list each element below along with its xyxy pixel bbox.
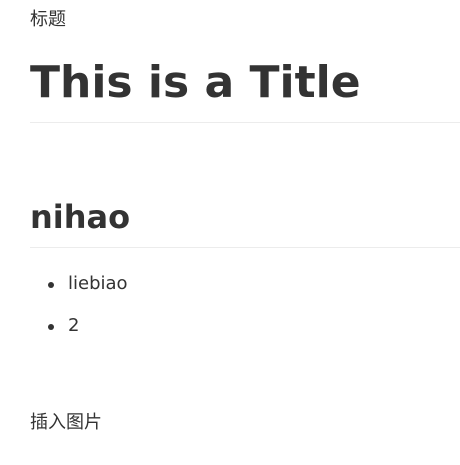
bullet-icon <box>48 282 54 288</box>
list-item: liebiao <box>30 272 128 314</box>
list-item-text: 2 <box>68 315 80 336</box>
list-item: 2 <box>30 314 128 356</box>
bullet-list: liebiao 2 <box>30 272 128 356</box>
insert-image-label: 插入图片 <box>30 412 102 433</box>
top-label: 标题 <box>30 9 66 30</box>
section-divider <box>30 247 460 248</box>
section-heading: nihao <box>30 198 131 236</box>
title-divider <box>30 122 460 123</box>
bullet-icon <box>48 324 54 330</box>
document-page: 标题 This is a Title nihao liebiao 2 插入图片 <box>0 0 460 465</box>
list-item-text: liebiao <box>68 273 128 294</box>
page-title: This is a Title <box>30 57 361 108</box>
